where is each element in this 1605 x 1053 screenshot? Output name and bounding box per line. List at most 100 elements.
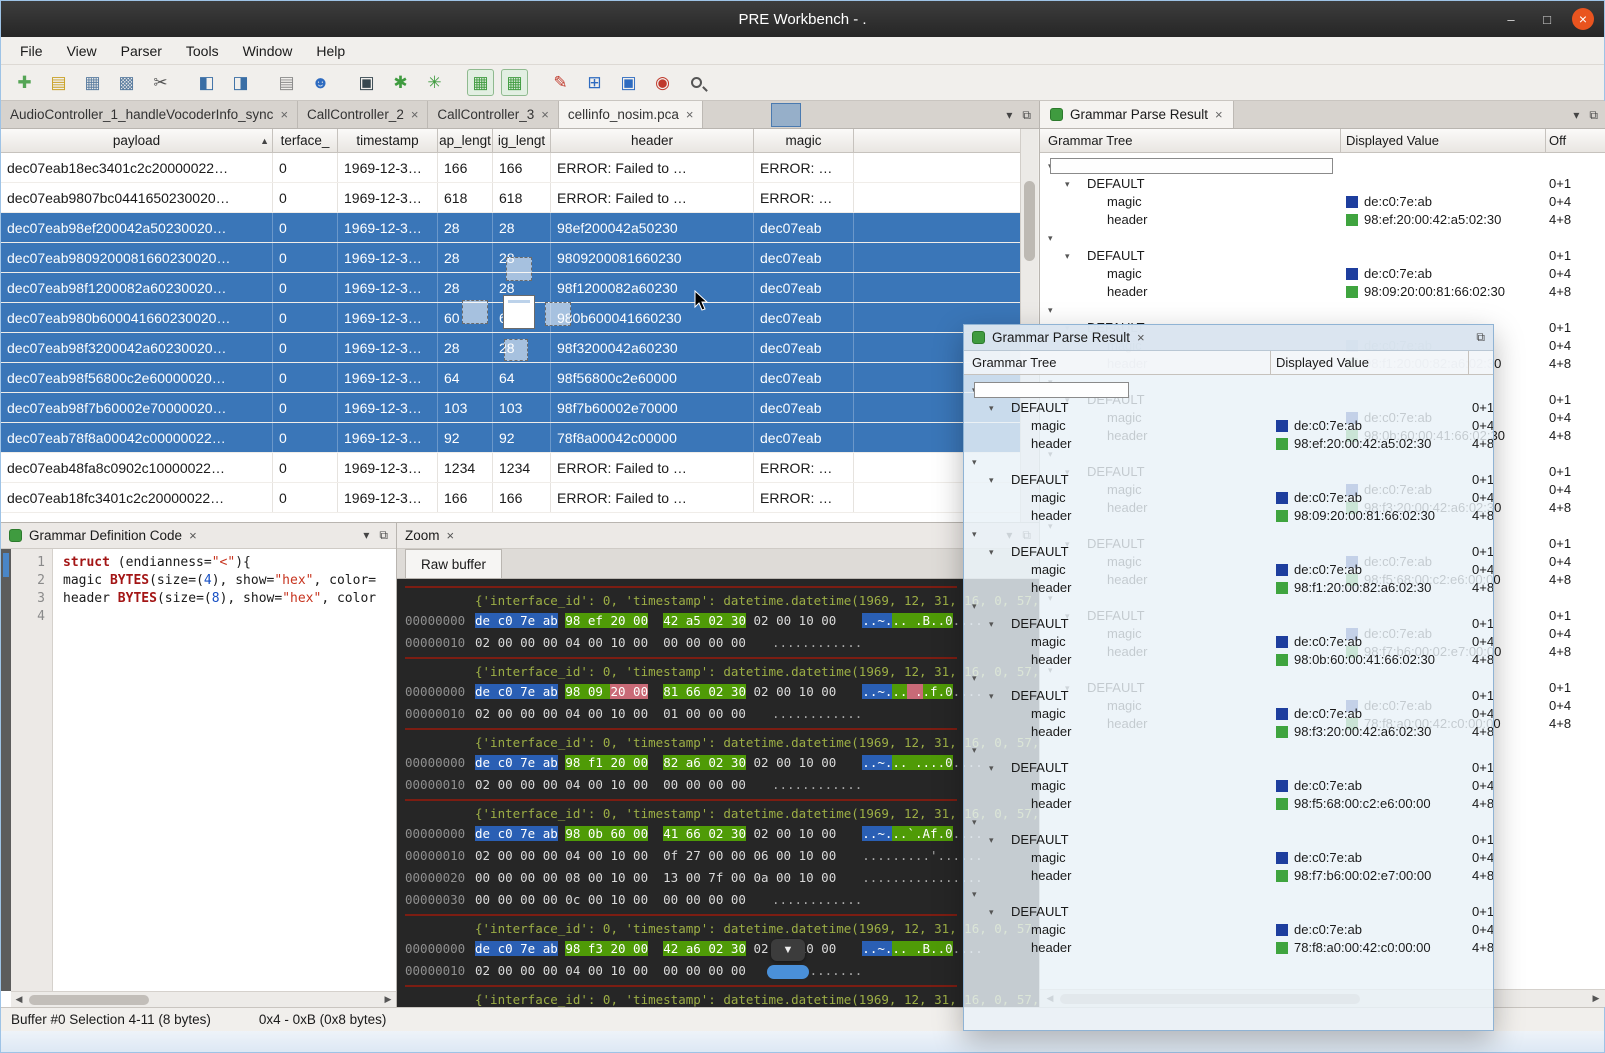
- cell-cap[interactable]: 1234: [438, 453, 493, 482]
- cell-header[interactable]: 98f56800c2e60000: [551, 363, 754, 392]
- cell-header[interactable]: 980b600041660230: [551, 303, 754, 332]
- code-line[interactable]: magic BYTES(size=(4), show="hex", color=: [63, 572, 396, 590]
- tab-menu-chevron-icon[interactable]: ▾: [1006, 108, 1012, 123]
- cell-cap[interactable]: 28: [438, 213, 493, 242]
- cell-ts[interactable]: 1969-12-3…: [338, 453, 438, 482]
- cell-payload[interactable]: dec07eab9807bc0441650230020…: [1, 183, 273, 212]
- scroll-down-button[interactable]: ▼: [771, 939, 805, 961]
- column-header-payload[interactable]: payload▲: [1, 129, 273, 152]
- tree-item-field-header[interactable]: header98:ef:20:00:42:a5:02:304+8: [964, 435, 1493, 453]
- tree-item-field-magic[interactable]: magicde:c0:7e:ab0+4: [964, 921, 1493, 939]
- tree-item-packet[interactable]: ▾: [964, 741, 1493, 759]
- tree-inline-editor[interactable]: [1050, 158, 1333, 174]
- cell-header[interactable]: ERROR: Failed to …: [551, 183, 754, 212]
- panel-float-icon[interactable]: ⧉: [1589, 108, 1598, 123]
- tree-item-field-magic[interactable]: magicde:c0:7e:ab0+4: [964, 777, 1493, 795]
- hex-bytes[interactable]: 02 00 00 00 04 00 10 00 00 00 00 00: [475, 774, 746, 796]
- record-icon[interactable]: ◉: [649, 69, 676, 96]
- cell-iface[interactable]: 0: [273, 273, 338, 302]
- tree-item-field-magic[interactable]: magicde:c0:7e:ab0+4: [964, 417, 1493, 435]
- save-icon[interactable]: ▦: [79, 69, 106, 96]
- cell-header[interactable]: 98f1200082a60230: [551, 273, 754, 302]
- tab-float-icon[interactable]: ⧉: [1022, 108, 1031, 123]
- scroll-right-icon[interactable]: ▶: [380, 994, 396, 1005]
- column-grammar-tree[interactable]: Grammar Tree: [972, 355, 1057, 370]
- cell-magic[interactable]: ERROR: …: [754, 453, 854, 482]
- byte-grid-1-icon[interactable]: ▦: [467, 69, 494, 96]
- hex-ascii[interactable]: ............: [772, 703, 862, 725]
- cell-iface[interactable]: 0: [273, 333, 338, 362]
- cell-ts[interactable]: 1969-12-3…: [338, 363, 438, 392]
- cell-payload[interactable]: dec07eab98f3200042a60230020…: [1, 333, 273, 362]
- hex-line[interactable]: 00000000de c0 7e ab 98 f3 20 00 42 a6 02…: [405, 938, 1039, 960]
- tree-item-field-header[interactable]: header78:f8:a0:00:42:c0:00:004+8: [964, 939, 1493, 957]
- tree-item-field-header[interactable]: header98:09:20:00:81:66:02:304+8: [964, 507, 1493, 525]
- cell-magic[interactable]: dec07eab: [754, 243, 854, 272]
- chevron-down-icon[interactable]: ▾: [1048, 301, 1053, 319]
- minimize-button[interactable]: –: [1500, 8, 1522, 30]
- tree-item-field-header[interactable]: header98:09:20:00:81:66:02:304+8: [1040, 283, 1605, 301]
- cell-iface[interactable]: 0: [273, 213, 338, 242]
- column-grammar-tree[interactable]: Grammar Tree: [1048, 133, 1133, 148]
- hex-ascii[interactable]: ............: [772, 632, 862, 654]
- tree-item-packet[interactable]: ▾: [1040, 229, 1605, 247]
- tree-item-field-header[interactable]: header98:ef:20:00:42:a5:02:304+8: [1040, 211, 1605, 229]
- tab-close-icon[interactable]: ×: [541, 107, 549, 122]
- tab-4[interactable]: cellinfo_nosim.pca×: [559, 101, 704, 128]
- chevron-down-icon[interactable]: ▾: [1048, 229, 1053, 247]
- hex-line[interactable]: 0000001002 00 00 00 04 00 10 00 00 00 00…: [405, 960, 1039, 982]
- scrollbar-thumb[interactable]: [29, 995, 149, 1005]
- chevron-down-icon[interactable]: ▾: [972, 885, 977, 903]
- table-row[interactable]: dec07eab9807bc0441650230020…01969-12-3…6…: [1, 183, 1020, 213]
- tree-item-packet[interactable]: ▾: [964, 453, 1493, 471]
- column-offset[interactable]: Off: [1549, 133, 1566, 148]
- tree-item-field-header[interactable]: header98:f3:20:00:42:a6:02:304+8: [964, 723, 1493, 741]
- screen-icon[interactable]: ▣: [353, 69, 380, 96]
- hex-line[interactable]: 0000003000 00 00 00 0c 00 10 00 00 00 00…: [405, 889, 1039, 911]
- cell-header[interactable]: ERROR: Failed to …: [551, 153, 754, 182]
- tree-item-struct[interactable]: ▾DEFAULT0+1: [964, 831, 1493, 849]
- seedling-icon[interactable]: ✳: [421, 69, 448, 96]
- panel-header[interactable]: Zoom × ▾ ⧉: [397, 523, 1039, 549]
- cell-iface[interactable]: 0: [273, 183, 338, 212]
- cell-cap[interactable]: 103: [438, 393, 493, 422]
- chevron-down-icon[interactable]: ▾: [989, 471, 994, 489]
- hex-dump-view[interactable]: {'interface_id': 0, 'timestamp': datetim…: [397, 579, 1039, 1007]
- chevron-down-icon[interactable]: ▾: [1065, 247, 1070, 265]
- search-icon[interactable]: [683, 69, 710, 96]
- chevron-down-icon[interactable]: ▾: [989, 543, 994, 561]
- scrollbar-thumb[interactable]: [1024, 181, 1035, 261]
- cell-header[interactable]: 78f8a00042c00000: [551, 423, 754, 452]
- chevron-down-icon[interactable]: ▾: [989, 903, 994, 921]
- floating-grammar-parse-result-window[interactable]: Grammar Parse Result × ⧉ Grammar Tree Di…: [963, 324, 1494, 1031]
- column-header-interface[interactable]: terface_: [273, 129, 338, 152]
- tab-close-icon[interactable]: ×: [411, 107, 419, 122]
- chevron-down-icon[interactable]: ▾: [989, 615, 994, 633]
- editor-horizontal-scrollbar[interactable]: ◀ ▶: [11, 991, 396, 1007]
- panel-close-icon[interactable]: ×: [447, 528, 455, 543]
- hex-bytes[interactable]: de c0 7e ab 98 f1 20 00 82 a6 02 30 02 0…: [475, 752, 836, 774]
- hex-line[interactable]: 00000000de c0 7e ab 98 ef 20 00 42 a5 02…: [405, 610, 1039, 632]
- tab-3[interactable]: CallController_3×: [428, 101, 558, 128]
- maximize-button[interactable]: □: [1536, 8, 1558, 30]
- cell-orig[interactable]: 1234: [493, 453, 551, 482]
- hex-line[interactable]: 00000000de c0 7e ab 98 f1 20 00 82 a6 02…: [405, 752, 1039, 774]
- table-row[interactable]: dec07eab48fa8c0902c10000022…01969-12-3…1…: [1, 453, 1020, 483]
- hex-line[interactable]: 0000001002 00 00 00 04 00 10 00 00 00 00…: [405, 632, 1039, 654]
- export-doc-icon[interactable]: ▤: [273, 69, 300, 96]
- cell-orig[interactable]: 166: [493, 153, 551, 182]
- chevron-down-icon[interactable]: ▾: [989, 687, 994, 705]
- cell-magic[interactable]: dec07eab: [754, 363, 854, 392]
- cell-iface[interactable]: 0: [273, 483, 338, 512]
- hex-bytes[interactable]: 02 00 00 00 04 00 10 00 01 00 00 00: [475, 703, 746, 725]
- remote-display-icon[interactable]: ▣: [615, 69, 642, 96]
- code-line[interactable]: struct (endianness="<"){: [63, 554, 396, 572]
- hex-line[interactable]: 0000001002 00 00 00 04 00 10 00 00 00 00…: [405, 774, 1039, 796]
- cell-cap[interactable]: 28: [438, 273, 493, 302]
- cell-orig[interactable]: 103: [493, 393, 551, 422]
- new-grammar-icon[interactable]: ✚: [11, 69, 38, 96]
- tree-item-struct[interactable]: ▾DEFAULT0+1: [1040, 247, 1605, 265]
- table-row[interactable]: dec07eab18ec3401c2c20000022…01969-12-3…1…: [1, 153, 1020, 183]
- cell-iface[interactable]: 0: [273, 303, 338, 332]
- cell-header[interactable]: 98ef200042a50230: [551, 213, 754, 242]
